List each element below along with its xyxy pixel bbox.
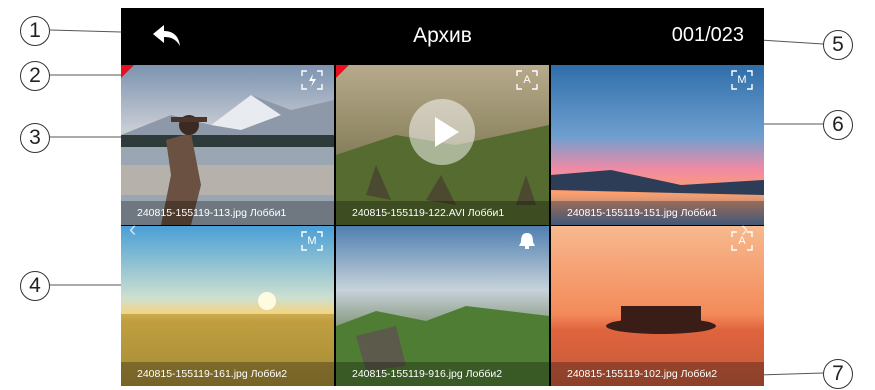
manual-mode-icon: M (301, 231, 323, 251)
next-page-chevron-icon[interactable]: › (741, 216, 748, 242)
top-bar: Архив 001/023 (121, 8, 764, 65)
thumbnail-1[interactable]: 240815-155119-113.jpg Лобби1 (121, 65, 334, 225)
play-icon[interactable] (409, 99, 475, 165)
thumbnail-2[interactable]: A 240815-155119-122.AVI Лобби1 (336, 65, 549, 225)
callout-1: 1 (20, 16, 50, 46)
callout-3: 3 (20, 123, 50, 153)
thumbnail-4[interactable]: M 240815-155119-161.jpg Лобби2 (121, 226, 334, 386)
thumbnail-grid: 240815-155119-113.jpg Лобби1 A 240815-15… (121, 65, 764, 386)
thumbnail-caption: 240815-155119-161.jpg Лобби2 (121, 362, 334, 386)
archive-screen: Архив 001/023 240815-155119-113.jpg Лобб… (121, 8, 764, 386)
auto-mode-icon: A (516, 70, 538, 90)
callout-2: 2 (20, 61, 50, 91)
thumbnail-caption: 240815-155119-122.AVI Лобби1 (336, 201, 549, 225)
manual-mode-icon: M (731, 70, 753, 90)
thumbnail-caption: 240815-155119-102.jpg Лобби2 (551, 362, 764, 386)
thumbnail-caption: 240815-155119-151.jpg Лобби1 (551, 201, 764, 225)
prev-page-chevron-icon[interactable]: ‹ (129, 216, 136, 242)
thumbnail-3[interactable]: M 240815-155119-151.jpg Лобби1 (551, 65, 764, 225)
thumbnail-caption: 240815-155119-113.jpg Лобби1 (121, 201, 334, 225)
auto-capture-icon (301, 70, 323, 90)
new-file-marker (336, 65, 349, 78)
page-title: Архив (413, 24, 472, 47)
file-counter: 001/023 (671, 24, 744, 46)
thumbnail-5[interactable]: 240815-155119-916.jpg Лобби2 (336, 226, 549, 386)
callout-4: 4 (20, 271, 50, 301)
callout-7: 7 (823, 359, 853, 389)
alarm-bell-icon (516, 231, 538, 251)
new-file-marker (121, 65, 134, 78)
thumbnail-6[interactable]: A 240815-155119-102.jpg Лобби2 (551, 226, 764, 386)
callout-6: 6 (823, 110, 853, 140)
callout-5: 5 (823, 30, 853, 60)
thumbnail-caption: 240815-155119-916.jpg Лобби2 (336, 362, 549, 386)
